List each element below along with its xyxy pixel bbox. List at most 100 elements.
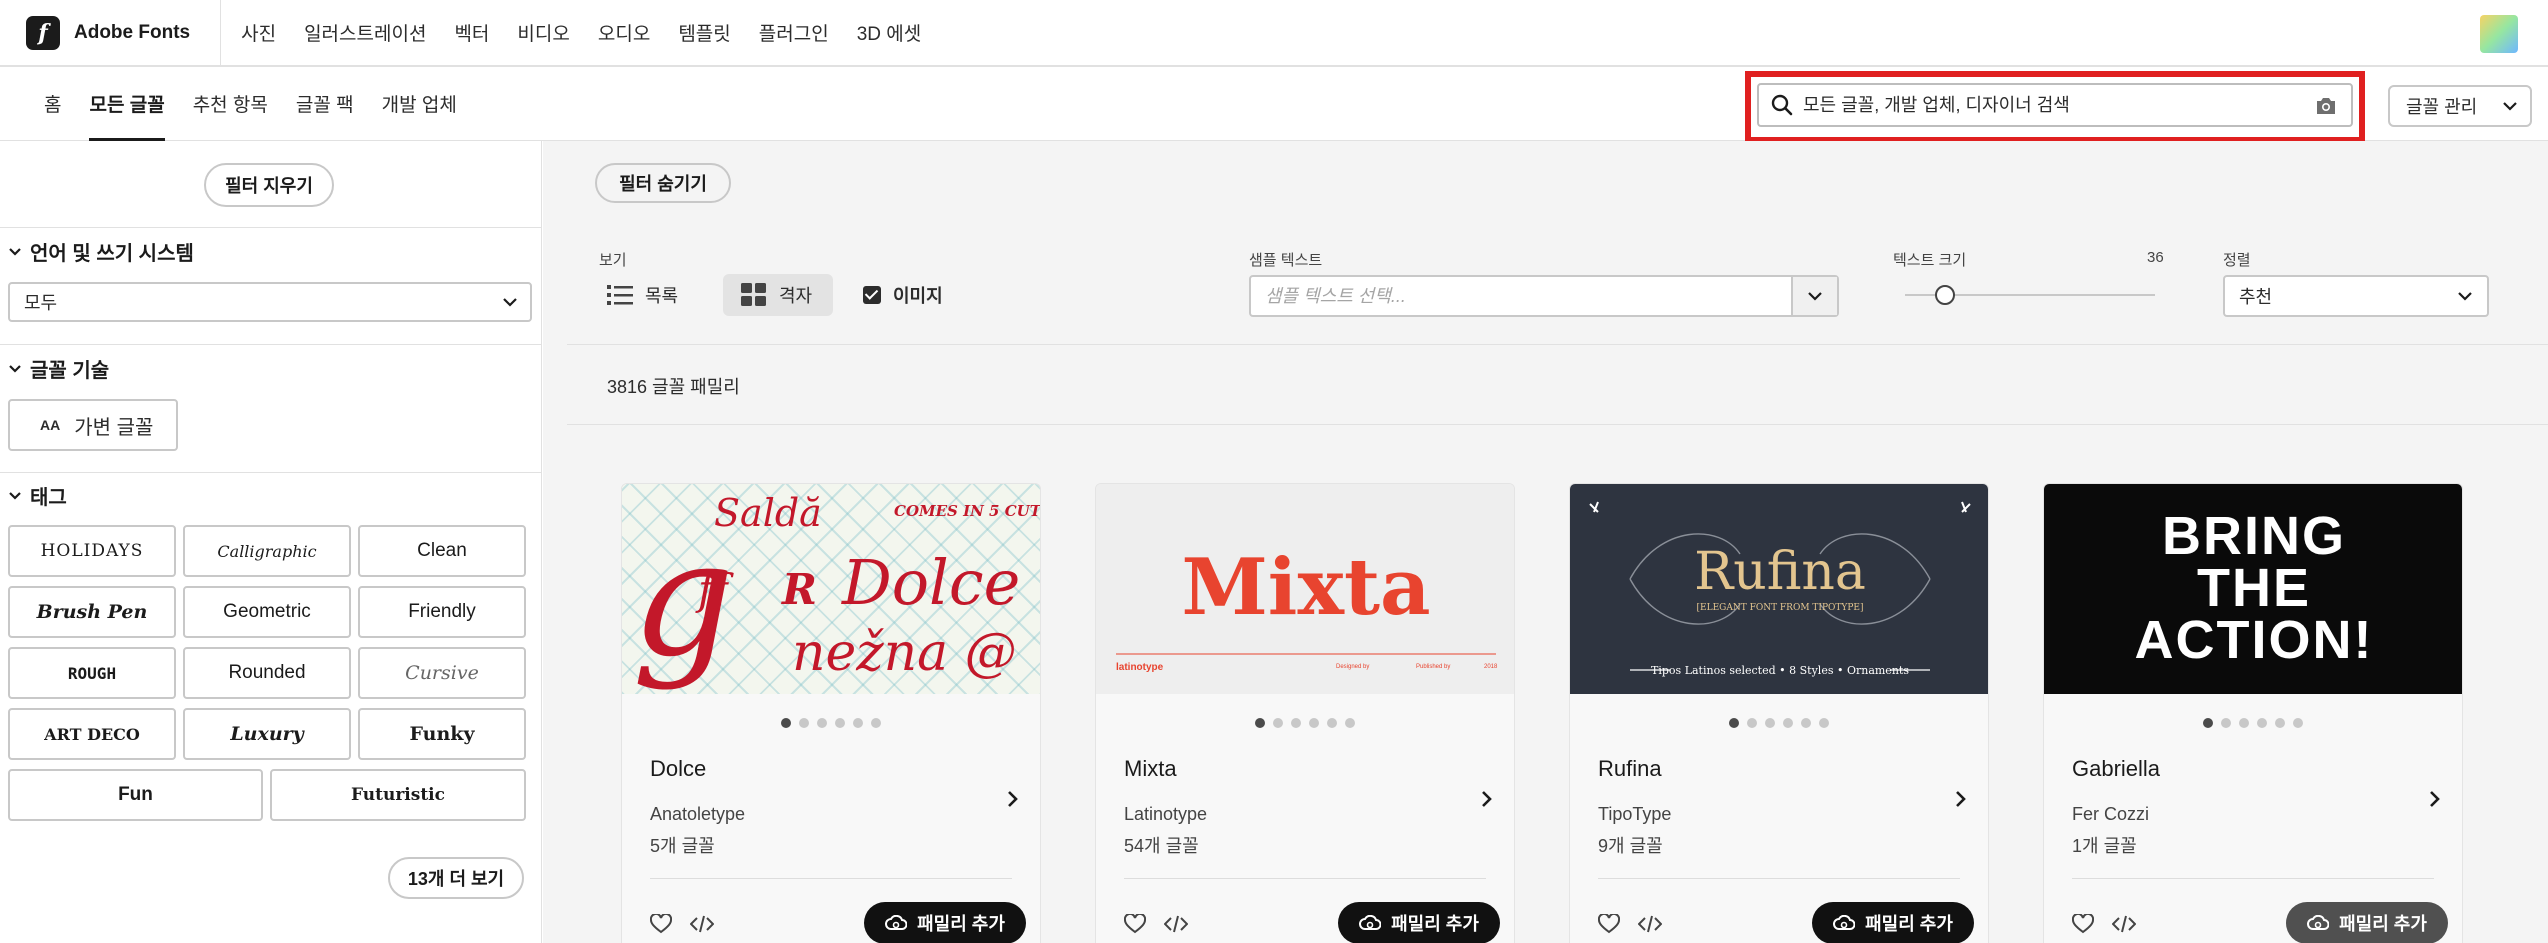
carousel-dot[interactable]: [1327, 718, 1337, 728]
code-icon[interactable]: [690, 915, 714, 933]
carousel-dot[interactable]: [1255, 718, 1265, 728]
add-family-button[interactable]: 패밀리 추가: [1812, 902, 1974, 943]
heart-icon[interactable]: [1598, 914, 1620, 934]
tag-friendly[interactable]: Friendly: [358, 586, 526, 638]
font-name[interactable]: Dolce: [650, 756, 706, 782]
font-foundry[interactable]: TipoType: [1598, 804, 1671, 825]
tag-futuristic[interactable]: Futuristic: [270, 769, 526, 821]
chevron-right-icon[interactable]: [1954, 789, 1968, 809]
clear-filters-button[interactable]: 필터 지우기: [204, 163, 334, 207]
variable-fonts-filter[interactable]: AA 가변 글꼴: [8, 399, 178, 451]
tab-font-packs[interactable]: 글꼴 팩: [282, 67, 368, 141]
carousel-dot[interactable]: [1291, 718, 1301, 728]
font-preview-dolce[interactable]: g Saldă COMES IN 5 CUTS ff R Dolce nežna…: [622, 484, 1040, 694]
tab-home[interactable]: 홈: [30, 67, 75, 141]
add-family-button[interactable]: 패밀리 추가: [1338, 902, 1500, 943]
sample-text-dropdown[interactable]: [1791, 277, 1837, 315]
view-grid-toggle[interactable]: 격자: [723, 274, 833, 316]
language-select[interactable]: 모두: [8, 282, 532, 322]
image-checkbox[interactable]: 이미지: [863, 274, 943, 316]
carousel-dot[interactable]: [1273, 718, 1283, 728]
topnav-item-3d-assets[interactable]: 3D 에셋: [843, 19, 936, 46]
tag-cursive[interactable]: Cursive: [358, 647, 526, 699]
carousel-dot[interactable]: [2221, 718, 2231, 728]
topnav-item-vectors[interactable]: 벡터: [440, 19, 503, 46]
search-box[interactable]: [1757, 83, 2353, 127]
tab-recommendations[interactable]: 추천 항목: [179, 67, 282, 141]
code-icon[interactable]: [1164, 915, 1188, 933]
carousel-dot[interactable]: [1345, 718, 1355, 728]
topnav-item-photos[interactable]: 사진: [227, 19, 290, 46]
carousel-dot[interactable]: [853, 718, 863, 728]
topnav-item-illustrations[interactable]: 일러스트레이션: [290, 19, 440, 46]
carousel-dot[interactable]: [1819, 718, 1829, 728]
font-tech-section-toggle[interactable]: 글꼴 기술: [8, 354, 109, 383]
chevron-right-icon[interactable]: [1480, 789, 1494, 809]
add-family-button[interactable]: 패밀리 추가: [2286, 902, 2448, 943]
carousel-dot[interactable]: [817, 718, 827, 728]
tag-luxury[interactable]: Luxury: [183, 708, 351, 760]
tag-calligraphic[interactable]: Calligraphic: [183, 525, 351, 577]
carousel-dot[interactable]: [1309, 718, 1319, 728]
sample-text-input[interactable]: [1251, 285, 1791, 307]
font-card-dolce[interactable]: g Saldă COMES IN 5 CUTS ff R Dolce nežna…: [621, 483, 1041, 943]
code-icon[interactable]: [1638, 915, 1662, 933]
add-family-button[interactable]: 패밀리 추가: [864, 902, 1026, 943]
font-preview-gabriella[interactable]: BRING THE ACTION!: [2044, 484, 2462, 694]
font-card-mixta[interactable]: Mixta latinotype Designed by Published b…: [1095, 483, 1515, 943]
font-name[interactable]: Rufina: [1598, 756, 1662, 782]
carousel-dot[interactable]: [2203, 718, 2213, 728]
font-name[interactable]: Mixta: [1124, 756, 1177, 782]
carousel-dot[interactable]: [799, 718, 809, 728]
heart-icon[interactable]: [2072, 914, 2094, 934]
tag-holidays[interactable]: HOLIDAYS: [8, 525, 176, 577]
camera-icon[interactable]: [2315, 97, 2337, 115]
tag-geometric[interactable]: Geometric: [183, 586, 351, 638]
tag-art-deco[interactable]: ART DECO: [8, 708, 176, 760]
font-foundry[interactable]: Latinotype: [1124, 804, 1207, 825]
tag-fun[interactable]: Fun: [8, 769, 263, 821]
font-card-rufina[interactable]: Rufina [ELEGANT FONT FROM TIPOTYPE] Tipo…: [1569, 483, 1989, 943]
manage-fonts-button[interactable]: 글꼴 관리: [2388, 85, 2532, 127]
carousel-dot[interactable]: [835, 718, 845, 728]
font-foundry[interactable]: Fer Cozzi: [2072, 804, 2149, 825]
carousel-dot[interactable]: [2275, 718, 2285, 728]
heart-icon[interactable]: [650, 914, 672, 934]
heart-icon[interactable]: [1124, 914, 1146, 934]
show-more-tags-button[interactable]: 13개 더 보기: [388, 857, 524, 899]
carousel-dot[interactable]: [781, 718, 791, 728]
tag-rough[interactable]: ROUGH: [8, 647, 176, 699]
avatar[interactable]: [2480, 15, 2518, 53]
carousel-dot[interactable]: [1747, 718, 1757, 728]
view-list-toggle[interactable]: 목록: [593, 274, 692, 316]
font-name[interactable]: Gabriella: [2072, 756, 2160, 782]
tag-brush-pen[interactable]: Brush Pen: [8, 586, 176, 638]
hide-filters-button[interactable]: 필터 숨기기: [595, 163, 731, 203]
sample-text-combobox[interactable]: [1249, 275, 1839, 317]
font-card-gabriella[interactable]: BRING THE ACTION! Gabriella Fer Cozzi 1개…: [2043, 483, 2463, 943]
font-preview-rufina[interactable]: Rufina [ELEGANT FONT FROM TIPOTYPE] Tipo…: [1570, 484, 1988, 694]
carousel-dot[interactable]: [1729, 718, 1739, 728]
chevron-right-icon[interactable]: [1006, 789, 1020, 809]
brand[interactable]: f Adobe Fonts: [0, 0, 222, 66]
tag-rounded[interactable]: Rounded: [183, 647, 351, 699]
carousel-dot[interactable]: [2293, 718, 2303, 728]
carousel-dot[interactable]: [1801, 718, 1811, 728]
tab-all-fonts[interactable]: 모든 글꼴: [75, 67, 178, 141]
tag-funky[interactable]: Funky: [358, 708, 526, 760]
carousel-dot[interactable]: [2239, 718, 2249, 728]
font-foundry[interactable]: Anatoletype: [650, 804, 745, 825]
carousel-dot[interactable]: [2257, 718, 2267, 728]
tag-clean[interactable]: Clean: [358, 525, 526, 577]
text-size-slider-thumb[interactable]: [1935, 285, 1955, 305]
tab-foundries[interactable]: 개발 업체: [368, 67, 471, 141]
sort-select[interactable]: 추천: [2223, 275, 2489, 317]
font-preview-mixta[interactable]: Mixta latinotype Designed by Published b…: [1096, 484, 1514, 694]
carousel-dot[interactable]: [1783, 718, 1793, 728]
tags-section-toggle[interactable]: 태그: [8, 481, 67, 510]
topnav-item-plugins[interactable]: 플러그인: [745, 19, 843, 46]
language-section-toggle[interactable]: 언어 및 쓰기 시스템: [8, 237, 194, 266]
code-icon[interactable]: [2112, 915, 2136, 933]
topnav-item-video[interactable]: 비디오: [503, 19, 583, 46]
topnav-item-audio[interactable]: 오디오: [584, 19, 664, 46]
